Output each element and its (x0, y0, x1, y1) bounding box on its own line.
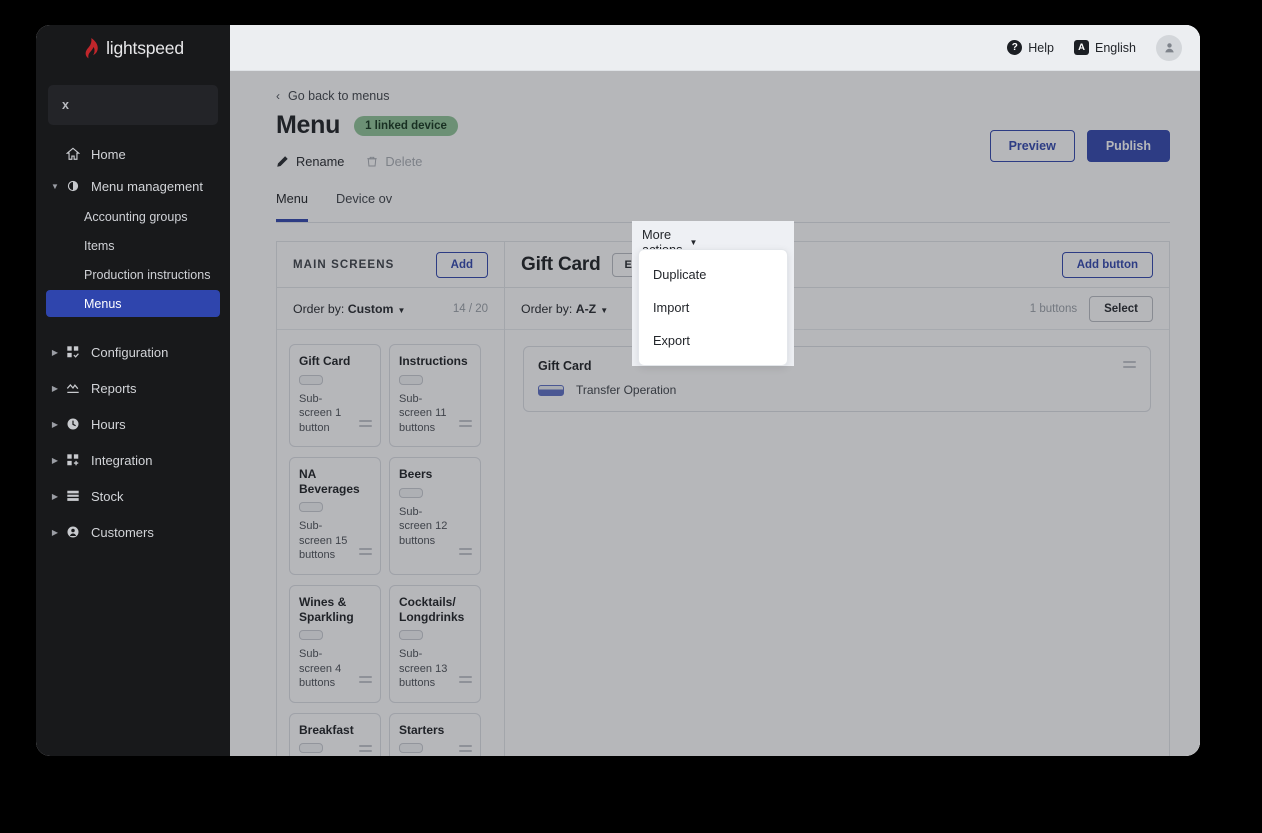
sidebar: lightspeed x Home ▼ Menu management Acco… (36, 25, 230, 756)
chevron-down-icon[interactable]: ▼ (48, 182, 62, 191)
user-avatar-icon[interactable] (1156, 34, 1182, 61)
sidebar-item-stock[interactable]: ▶ Stock (36, 479, 230, 513)
lightspeed-flame-icon (82, 37, 99, 59)
sidebar-search-input[interactable]: x (48, 85, 218, 125)
hours-icon (62, 417, 84, 431)
menu-management-icon (62, 179, 84, 193)
sidebar-item-hours[interactable]: ▶ Hours (36, 407, 230, 441)
sidebar-nav: Home ▼ Menu management Accounting groups… (36, 139, 230, 549)
home-icon (62, 147, 84, 161)
sidebar-search-value: x (62, 98, 69, 112)
sidebar-item-integration[interactable]: ▶ Integration (36, 443, 230, 477)
reports-icon (62, 381, 84, 395)
content-area: ? Help A English ‹ Go back to menus Menu (230, 25, 1200, 756)
page-body: ‹ Go back to menus Menu 1 linked device … (230, 71, 1200, 756)
sidebar-item-home[interactable]: Home (36, 139, 230, 169)
sidebar-item-label: Home (91, 146, 126, 162)
sidebar-item-label: Customers (91, 524, 154, 540)
modal-scrim[interactable] (230, 71, 1200, 756)
menu-item-export[interactable]: Export (639, 324, 787, 357)
sidebar-item-label: Menus (84, 296, 122, 311)
more-actions-menu: Duplicate Import Export (638, 249, 788, 366)
menu-item-import[interactable]: Import (639, 291, 787, 324)
integration-icon (62, 453, 84, 467)
app-window: lightspeed x Home ▼ Menu management Acco… (36, 25, 1200, 756)
sidebar-item-label: Accounting groups (84, 209, 188, 224)
sidebar-item-label: Hours (91, 416, 126, 432)
sidebar-item-customers[interactable]: ▶ Customers (36, 515, 230, 549)
sidebar-item-label: Integration (91, 452, 153, 468)
sidebar-item-configuration[interactable]: ▶ Configuration (36, 335, 230, 369)
sidebar-item-label: Menu management (91, 178, 204, 194)
help-button[interactable]: ? Help (1007, 40, 1054, 55)
brand-logo[interactable]: lightspeed (36, 25, 230, 71)
topbar: ? Help A English (230, 25, 1200, 71)
language-selector[interactable]: A English (1074, 40, 1136, 55)
sidebar-item-label: Stock (91, 488, 124, 504)
sidebar-item-menu-management[interactable]: ▼ Menu management (36, 171, 230, 201)
sidebar-item-label: Production instructions (84, 267, 211, 282)
translate-icon: A (1074, 40, 1089, 55)
chevron-right-icon[interactable]: ▶ (48, 456, 62, 465)
sidebar-item-production-instructions[interactable]: Production instructions (36, 261, 230, 288)
chevron-down-icon: ▼ (689, 237, 698, 247)
language-label: English (1095, 40, 1136, 55)
customers-icon (62, 525, 84, 539)
sidebar-item-menus[interactable]: Menus (46, 290, 220, 317)
brand-name: lightspeed (106, 37, 184, 58)
chevron-right-icon[interactable]: ▶ (48, 492, 62, 501)
sidebar-item-reports[interactable]: ▶ Reports (36, 371, 230, 405)
screenshot-stage: lightspeed x Home ▼ Menu management Acco… (0, 0, 1262, 833)
sidebar-item-label: Items (84, 238, 115, 253)
chevron-right-icon[interactable]: ▶ (48, 384, 62, 393)
configuration-icon (62, 345, 84, 359)
question-mark-icon: ? (1007, 40, 1023, 55)
chevron-right-icon[interactable]: ▶ (48, 420, 62, 429)
help-label: Help (1028, 40, 1054, 55)
sidebar-item-label: Reports (91, 380, 137, 396)
stock-icon (62, 489, 84, 503)
sidebar-item-items[interactable]: Items (36, 232, 230, 259)
sidebar-item-label: Configuration (91, 344, 169, 360)
sidebar-item-accounting-groups[interactable]: Accounting groups (36, 203, 230, 230)
chevron-right-icon[interactable]: ▶ (48, 348, 62, 357)
menu-item-duplicate[interactable]: Duplicate (639, 258, 787, 291)
chevron-right-icon[interactable]: ▶ (48, 528, 62, 537)
